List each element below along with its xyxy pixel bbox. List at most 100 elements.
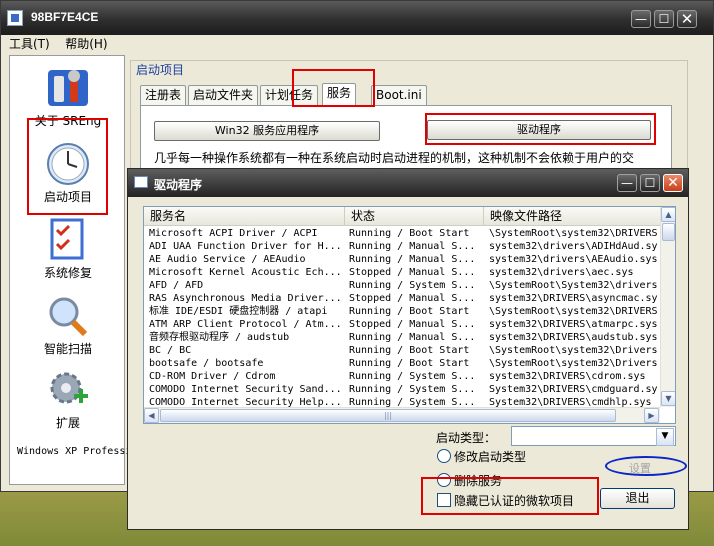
- maximize-button[interactable]: ☐: [654, 10, 674, 28]
- table-row[interactable]: AFD / AFD Running / System S... \SystemRoo…: [144, 279, 660, 292]
- app-icon: [7, 10, 23, 26]
- vertical-scroll-thumb[interactable]: [662, 223, 675, 241]
- radio-modify-startup[interactable]: 修改启动类型: [437, 448, 526, 465]
- chevron-down-icon[interactable]: ▼: [656, 428, 674, 446]
- title-bar[interactable]: 98BF7E4CE — ☐ ✕: [1, 1, 713, 35]
- driver-list[interactable]: 服务名 状态 映像文件路径 Microsoft ACPI Driver / AC…: [143, 206, 676, 424]
- table-row[interactable]: COMODO Internet Security Help... Running …: [144, 396, 660, 407]
- cell-image-path: \SystemRoot\system32\DRIVERS: [489, 228, 658, 239]
- minimize-button[interactable]: —: [631, 10, 651, 28]
- table-row[interactable]: RAS Asynchronous Media Driver... Stopped …: [144, 292, 660, 305]
- table-row[interactable]: ATM ARP Client Protocol / Atm... Stopped …: [144, 318, 660, 331]
- menu-tools[interactable]: 工具(T): [9, 35, 50, 53]
- radio-label: 修改启动类型: [454, 450, 527, 464]
- sidebar-item-scan[interactable]: 智能扫描: [10, 294, 126, 357]
- cell-status: Running / System S...: [349, 280, 476, 291]
- cell-status: Stopped / Manual S...: [349, 319, 476, 330]
- gear-plus-icon: [44, 368, 92, 412]
- cell-service-name: Microsoft Kernel Acoustic Ech...: [149, 267, 342, 278]
- cell-service-name: 音频存根驱动程序 / audstub: [149, 332, 290, 343]
- menu-help[interactable]: 帮助(H): [65, 35, 107, 53]
- dialog-icon: [134, 176, 148, 188]
- cell-image-path: \SystemRoot\system32\DRIVERS: [489, 306, 658, 317]
- cell-status: Stopped / Manual S...: [349, 293, 476, 304]
- cell-status: Running / System S...: [349, 371, 476, 382]
- column-header-image-path[interactable]: 映像文件路径: [484, 207, 660, 226]
- cell-status: Running / Manual S...: [349, 254, 476, 265]
- table-row[interactable]: Microsoft ACPI Driver / ACPI Running / Bo…: [144, 227, 660, 240]
- startup-type-select[interactable]: ▼: [511, 426, 676, 446]
- cell-image-path: system32\DRIVERS\audstub.sys: [489, 332, 658, 343]
- radio-button-icon[interactable]: [437, 449, 451, 463]
- dialog-title-bar[interactable]: 驱动程序 — ☐ ✕: [128, 169, 688, 197]
- table-row[interactable]: 音频存根驱动程序 / audstub Running / Manual S... s…: [144, 331, 660, 344]
- dialog-close-button[interactable]: ✕: [663, 174, 683, 192]
- annotation-box-hide-checkbox: [421, 477, 599, 515]
- cell-image-path: system32\DRIVERS\atmarpc.sys: [489, 319, 658, 330]
- cell-image-path: System32\DRIVERS\cmdhlp.sys: [489, 397, 652, 407]
- cell-service-name: CD-ROM Driver / Cdrom: [149, 371, 276, 382]
- table-row[interactable]: AE Audio Service / AEAudio Running / Manu…: [144, 253, 660, 266]
- annotation-box-sidebar: [27, 118, 108, 215]
- annotation-box-services-tab: [292, 69, 375, 107]
- horizontal-scrollbar[interactable]: ◀ ||| ▶: [144, 407, 660, 423]
- cell-service-name: AFD / AFD: [149, 280, 204, 291]
- sidebar-item-label: 系统修复: [43, 266, 92, 280]
- tools-icon: [44, 66, 92, 110]
- startup-type-label: 启动类型：: [436, 431, 497, 445]
- win32-services-button[interactable]: Win32 服务应用程序: [154, 121, 380, 141]
- cell-service-name: AE Audio Service / AEAudio: [149, 254, 306, 265]
- scroll-up-icon[interactable]: ▲: [661, 207, 675, 222]
- table-row[interactable]: Microsoft Kernel Acoustic Ech... Stopped …: [144, 266, 660, 279]
- scroll-left-icon[interactable]: ◀: [144, 408, 159, 423]
- cell-status: Running / Boot Start: [349, 358, 470, 369]
- tab-registry[interactable]: 注册表: [140, 85, 187, 106]
- annotation-box-drivers-button: [425, 113, 656, 145]
- cell-status: Running / Manual S...: [349, 241, 476, 252]
- cell-status: Running / Boot Start: [349, 306, 470, 317]
- list-rows: Microsoft ACPI Driver / ACPI Running / Bo…: [144, 227, 660, 407]
- cell-image-path: \SystemRoot\System32\drivers: [489, 280, 658, 291]
- cell-service-name: ATM ARP Client Protocol / Atm...: [149, 319, 342, 330]
- cell-status: Running / System S...: [349, 397, 476, 407]
- table-row[interactable]: COMODO Internet Security Sand... Running …: [144, 383, 660, 396]
- sidebar-item-label: 扩展: [55, 416, 80, 430]
- cell-image-path: \SystemRoot\system32\Drivers: [489, 345, 658, 356]
- annotation-ellipse-set-button: [605, 456, 687, 476]
- cell-service-name: ADI UAA Function Driver for H...: [149, 241, 342, 252]
- table-row[interactable]: 标准 IDE/ESDI 硬盘控制器 / atapi Running / Boot …: [144, 305, 660, 318]
- cell-image-path: \SystemRoot\system32\Drivers: [489, 358, 658, 369]
- horizontal-scroll-thumb[interactable]: |||: [160, 409, 616, 422]
- description-text: 几乎每一种操作系统都有一种在系统启动时启动进程的机制，这种机制不会依赖于用户的交: [154, 151, 635, 165]
- dialog-minimize-button[interactable]: —: [617, 174, 637, 192]
- magnifier-icon: [44, 294, 92, 338]
- cell-status: Running / Manual S...: [349, 332, 476, 343]
- vertical-scrollbar[interactable]: ▲ ▼: [660, 207, 675, 407]
- table-row[interactable]: BC / BC Running / Boot Start \SystemRoot\s…: [144, 344, 660, 357]
- cell-image-path: system32\drivers\AEAudio.sys: [489, 254, 658, 265]
- table-row[interactable]: bootsafe / bootsafe Running / Boot Start \…: [144, 357, 660, 370]
- dialog-title: 驱动程序: [154, 178, 203, 192]
- cell-status: Running / Boot Start: [349, 228, 470, 239]
- sidebar-item-extend[interactable]: 扩展: [10, 368, 126, 431]
- dialog-maximize-button[interactable]: ☐: [640, 174, 660, 192]
- cell-image-path: system32\DRIVERS\asyncmac.sy: [489, 293, 658, 304]
- cell-service-name: 标准 IDE/ESDI 硬盘控制器 / atapi: [149, 306, 328, 317]
- tab-boot-ini[interactable]: Boot.ini: [371, 85, 427, 106]
- scroll-down-icon[interactable]: ▼: [661, 391, 675, 406]
- menu-bar: 工具(T) 帮助(H): [9, 35, 120, 53]
- cell-service-name: RAS Asynchronous Media Driver...: [149, 293, 342, 304]
- scroll-right-icon[interactable]: ▶: [644, 408, 659, 423]
- sidebar-item-repair[interactable]: 系统修复: [10, 218, 126, 281]
- cell-image-path: System32\DRIVERS\cmdguard.sy: [489, 384, 658, 395]
- exit-button[interactable]: 退出: [600, 488, 675, 509]
- cell-image-path: system32\drivers\ADIHdAud.sy: [489, 241, 658, 252]
- column-header-service-name[interactable]: 服务名: [144, 207, 345, 226]
- table-row[interactable]: ADI UAA Function Driver for H... Running …: [144, 240, 660, 253]
- table-row[interactable]: CD-ROM Driver / Cdrom Running / System S.…: [144, 370, 660, 383]
- cell-status: Running / Boot Start: [349, 345, 470, 356]
- column-header-status[interactable]: 状态: [345, 207, 484, 226]
- cell-status: Stopped / Manual S...: [349, 267, 476, 278]
- close-button[interactable]: ✕: [677, 10, 697, 28]
- tab-startup-folder[interactable]: 启动文件夹: [188, 85, 259, 106]
